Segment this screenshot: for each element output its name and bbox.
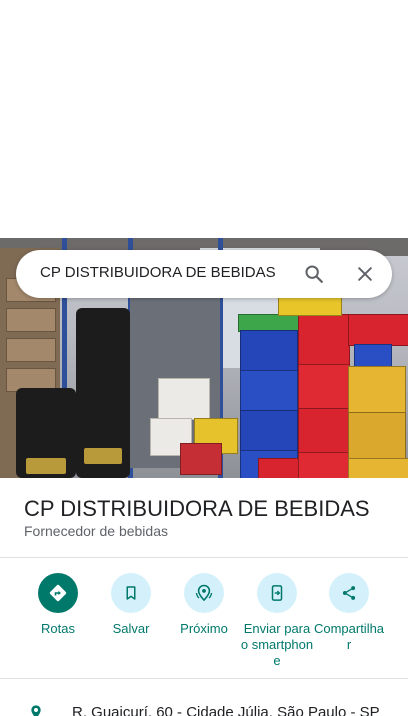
directions-button[interactable]: Rotas bbox=[21, 573, 95, 637]
send-to-phone-icon bbox=[257, 573, 297, 613]
photo-crate bbox=[298, 452, 350, 478]
divider bbox=[0, 678, 408, 679]
share-label: Compartilhar bbox=[313, 621, 385, 652]
directions-icon bbox=[38, 573, 78, 613]
map-area-blank bbox=[0, 0, 408, 238]
search-bar[interactable]: CP DISTRIBUIDORA DE BEBIDAS bbox=[16, 250, 392, 298]
photo-crate bbox=[240, 410, 298, 452]
photo-crate bbox=[348, 458, 408, 478]
photo-crate bbox=[348, 314, 408, 346]
save-button[interactable]: Salvar bbox=[94, 573, 168, 637]
photo-crate bbox=[354, 344, 392, 368]
photo-crate bbox=[240, 330, 298, 372]
photo-crate bbox=[258, 458, 300, 478]
photo-crate bbox=[298, 408, 350, 454]
photo-crate bbox=[298, 364, 350, 410]
photo-carton bbox=[158, 378, 210, 420]
photo-barrel-label bbox=[84, 448, 122, 464]
address-text[interactable]: R. Guaicurí, 60 - Cidade Júlia, São Paul… bbox=[72, 704, 380, 716]
photo-box bbox=[6, 338, 56, 362]
photo-box bbox=[6, 308, 56, 332]
place-title: CP DISTRIBUIDORA DE BEBIDAS bbox=[24, 496, 370, 521]
photo-barrel bbox=[76, 308, 130, 478]
place-category[interactable]: Fornecedor de bebidas bbox=[24, 523, 168, 539]
share-button[interactable]: Compartilhar bbox=[312, 573, 386, 653]
photo-crate bbox=[348, 412, 406, 460]
photo-crate bbox=[348, 366, 406, 414]
photo-barrel bbox=[16, 388, 76, 478]
photo-crate bbox=[180, 443, 222, 475]
photo-barrel-label bbox=[26, 458, 66, 474]
search-query[interactable]: CP DISTRIBUIDORA DE BEBIDAS bbox=[40, 264, 276, 281]
bookmark-icon bbox=[111, 573, 151, 613]
close-icon[interactable] bbox=[349, 258, 381, 290]
save-label: Salvar bbox=[112, 621, 150, 636]
share-icon bbox=[329, 573, 369, 613]
search-icon[interactable] bbox=[298, 258, 330, 290]
place-details-page: CP DISTRIBUIDORA DE BEBIDAS CP DISTRIBUI… bbox=[0, 0, 408, 716]
send-to-phone-label: Enviar para o smartphone bbox=[240, 621, 314, 668]
nearby-button[interactable]: Próximo bbox=[167, 573, 241, 637]
location-pin-icon bbox=[28, 704, 44, 716]
photo-crate bbox=[278, 296, 342, 316]
photo-crate bbox=[240, 370, 298, 412]
directions-label: Rotas bbox=[41, 621, 75, 636]
nearby-label: Próximo bbox=[180, 621, 228, 636]
nearby-icon bbox=[184, 573, 224, 613]
divider bbox=[0, 557, 408, 558]
send-to-phone-button[interactable]: Enviar para o smartphone bbox=[240, 573, 314, 669]
photo-crate bbox=[298, 314, 350, 366]
